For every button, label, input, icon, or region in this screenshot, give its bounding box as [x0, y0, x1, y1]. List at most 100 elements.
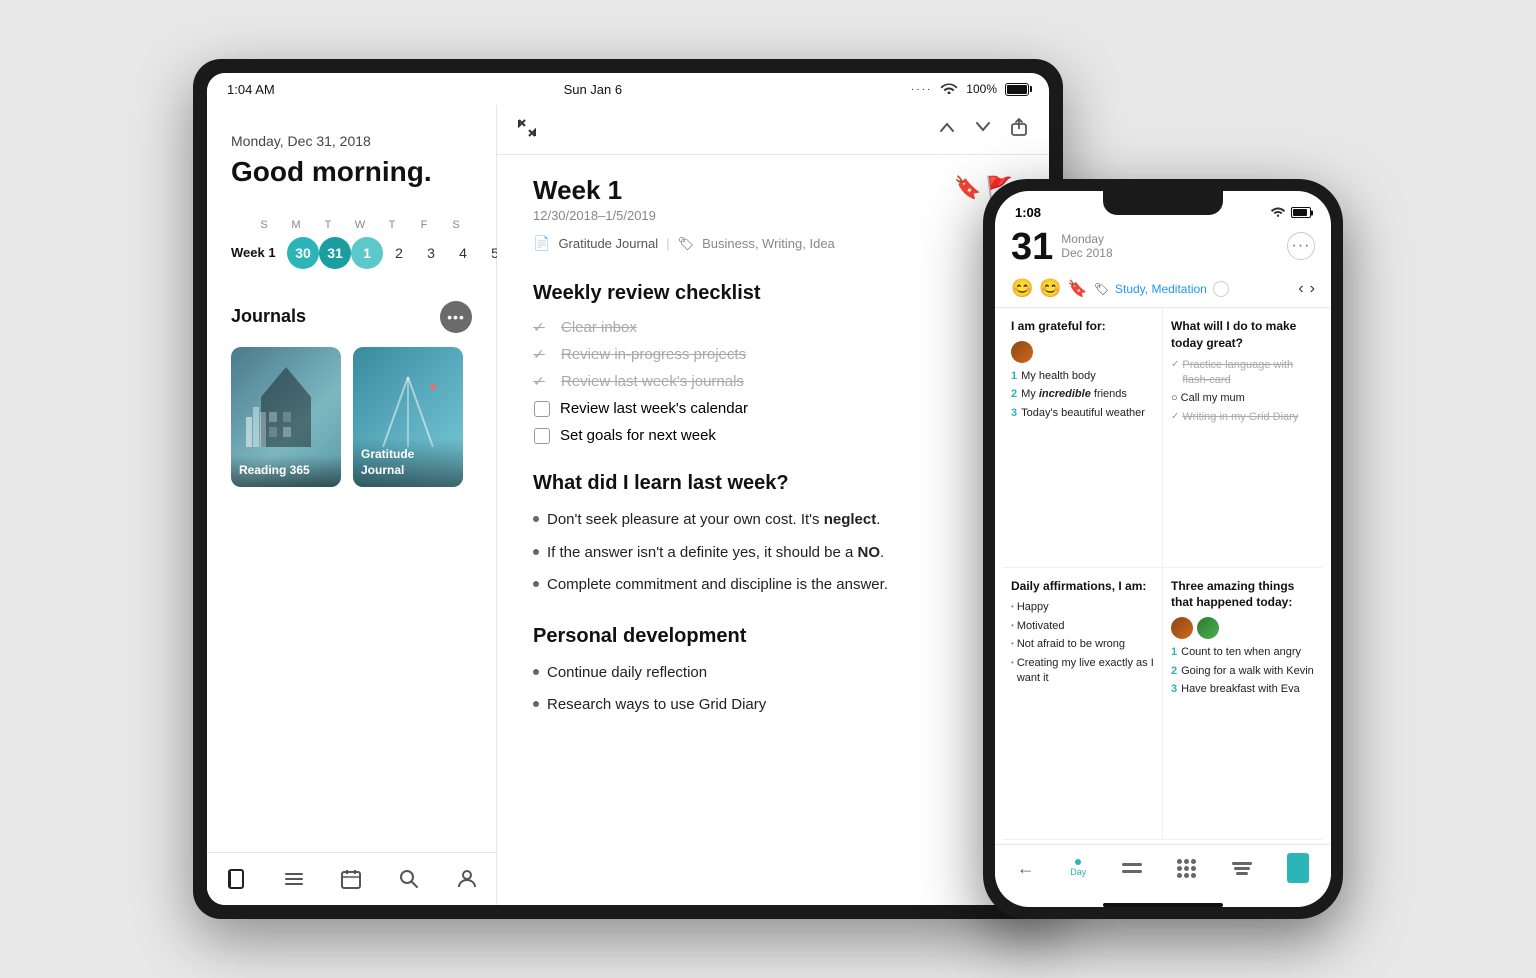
phone-page-nav[interactable] — [1287, 853, 1309, 883]
week-date-3[interactable]: 3 — [415, 237, 447, 269]
nav-calendar-icon[interactable] — [337, 865, 365, 893]
gratitude-card-label: GratitudeJournal — [353, 439, 463, 486]
sidebar-bottom-nav — [207, 852, 496, 905]
learn-item-3: Complete commitment and discipline is th… — [533, 574, 1013, 597]
phone-notch — [1103, 191, 1223, 215]
phone-two-bar-nav[interactable] — [1122, 863, 1142, 873]
phone-time: 1:08 — [1015, 205, 1041, 220]
share-icon[interactable] — [1009, 117, 1029, 142]
checklist-text-4: Review last week's calendar — [560, 400, 748, 417]
journal-tag-icon: 📄 — [533, 235, 550, 252]
affirmations-title: Daily affirmations, I am: — [1011, 578, 1154, 595]
chevron-up-icon[interactable] — [937, 117, 957, 142]
learn-section: What did I learn last week? Don't seek p… — [533, 472, 1013, 597]
expand-icon[interactable] — [517, 118, 537, 141]
nav-person-icon[interactable] — [453, 865, 481, 893]
personal-section: Personal development Continue daily refl… — [533, 625, 1013, 717]
checklist-text-5: Set goals for next week — [560, 427, 716, 444]
chevron-down-icon[interactable] — [973, 117, 993, 142]
check-done-icon: ✓ — [533, 319, 551, 336]
avatar-row — [1011, 341, 1154, 363]
journals-section: Journals ••• — [207, 285, 496, 852]
phone-layers-nav[interactable] — [1232, 862, 1252, 875]
grid-icon — [1177, 859, 1196, 878]
bookmark-blue-icon[interactable]: 🔖 — [954, 175, 981, 201]
main-scroll: Week 1 12/30/2018–1/5/2019 📄 Gratitude J… — [497, 155, 1049, 905]
nav-journal-icon[interactable] — [222, 865, 250, 893]
two-bar-icon — [1122, 863, 1142, 873]
personal-heading: Personal development — [533, 625, 1013, 648]
day-label-t: T — [312, 219, 344, 231]
phone-screen: 1:08 31 Monday Dec 2018 — [995, 191, 1331, 907]
tablet-content: Monday, Dec 31, 2018 Good morning. S M T… — [207, 105, 1049, 905]
phone-grid-nav[interactable] — [1177, 859, 1196, 878]
phone-content-grid: I am grateful for: 1 My health body 2 My… — [995, 307, 1331, 844]
checklist-item-4: Review last week's calendar — [533, 400, 1013, 417]
bullet-dot-p1 — [533, 669, 539, 675]
today-item-3: ✓ Writing in my Grid Diary — [1171, 410, 1315, 425]
tablet-status-bar: 1:04 AM Sun Jan 6 ···· 100% — [207, 73, 1049, 105]
nav-menu-icon[interactable] — [280, 865, 308, 893]
check-done-icon-3: ✓ — [533, 373, 551, 390]
phone-more-button[interactable]: ··· — [1287, 232, 1315, 260]
nav-search-icon[interactable] — [395, 865, 423, 893]
sidebar-greeting: Good morning. — [231, 155, 472, 189]
journals-grid: Reading 365 — [231, 347, 472, 487]
week-label: Week 1 — [231, 245, 287, 260]
checklist-heading: Weekly review checklist — [533, 282, 1013, 305]
tag-labels: Business, Writing, Idea — [702, 236, 835, 251]
tablet-device: 1:04 AM Sun Jan 6 ···· 100% — [193, 59, 1063, 919]
affirmation-1: • Happy — [1011, 600, 1154, 615]
entry-title-block: Week 1 12/30/2018–1/5/2019 📄 Gratitude J… — [533, 175, 835, 272]
journal-card-gratitude[interactable]: GratitudeJournal — [353, 347, 463, 487]
avatar-1 — [1011, 341, 1033, 363]
day-label-m: M — [280, 219, 312, 231]
learn-heading: What did I learn last week? — [533, 472, 1013, 495]
phone-tags-row: 😊 😊 🔖 🏷 Study, Meditation ‹ › — [995, 274, 1331, 307]
bullet-dot-2 — [533, 549, 539, 555]
day-label-s2: S — [440, 219, 472, 231]
check-done-icon-2: ✓ — [533, 346, 551, 363]
phone-bookmark-icon: 🔖 — [1068, 279, 1088, 299]
phone-prev-arrow[interactable]: ‹ — [1298, 280, 1303, 298]
tag-label-icon: 🏷 — [678, 236, 695, 252]
sidebar-date: Monday, Dec 31, 2018 — [231, 133, 472, 149]
wifi-dots-icon: ···· — [911, 84, 932, 95]
toolbar-right — [937, 117, 1029, 142]
today-title: What will I do to make today great? — [1171, 318, 1315, 352]
amazing-item-3: 3 Have breakfast with Eva — [1171, 682, 1315, 697]
phone-cell-affirmations: Daily affirmations, I am: • Happy • Moti… — [1003, 568, 1163, 840]
personal-item-2: Research ways to use Grid Diary — [533, 694, 1013, 717]
phone-cell-grateful: I am grateful for: 1 My health body 2 My… — [1003, 308, 1163, 568]
affirmation-2: • Motivated — [1011, 619, 1154, 634]
week-date-1[interactable]: 1 — [351, 237, 383, 269]
journals-title: Journals — [231, 306, 306, 327]
wifi-icon — [940, 81, 958, 97]
week-date-30[interactable]: 30 — [287, 237, 319, 269]
circle-empty-icon — [1213, 281, 1229, 297]
week-date-4[interactable]: 4 — [447, 237, 479, 269]
phone-wifi-icon — [1270, 205, 1286, 220]
amazing-item-2: 2 Going for a walk with Kevin — [1171, 664, 1315, 679]
learn-text-1: Don't seek pleasure at your own cost. It… — [547, 509, 880, 532]
phone-next-arrow[interactable]: › — [1310, 280, 1315, 298]
bullet-dot-1 — [533, 516, 539, 522]
phone-device: 1:08 31 Monday Dec 2018 — [983, 179, 1343, 919]
phone-month-year: Dec 2018 — [1061, 246, 1112, 260]
phone-nav-arrows: ‹ › — [1298, 280, 1315, 298]
checkbox-empty-icon[interactable] — [534, 401, 550, 417]
affirmation-4: • Creating my live exactly as I want it — [1011, 656, 1154, 687]
phone-tag-icon: 🏷 — [1094, 282, 1109, 296]
phone-day-nav[interactable]: Day — [1070, 859, 1086, 877]
tablet-main: Week 1 12/30/2018–1/5/2019 📄 Gratitude J… — [497, 105, 1049, 905]
grateful-item-3: 3 Today's beautiful weather — [1011, 406, 1154, 421]
phone-date-number: 31 — [1011, 228, 1053, 266]
grateful-item-2: 2 My incredible friends — [1011, 387, 1154, 402]
week-date-31[interactable]: 31 — [319, 237, 351, 269]
phone-back-button[interactable]: ← — [1017, 858, 1035, 879]
week-date-2[interactable]: 2 — [383, 237, 415, 269]
checkbox-empty-icon-2[interactable] — [534, 428, 550, 444]
journal-card-reading[interactable]: Reading 365 — [231, 347, 341, 487]
journals-more-button[interactable]: ••• — [440, 301, 472, 333]
affirmation-3: • Not afraid to be wrong — [1011, 637, 1154, 652]
